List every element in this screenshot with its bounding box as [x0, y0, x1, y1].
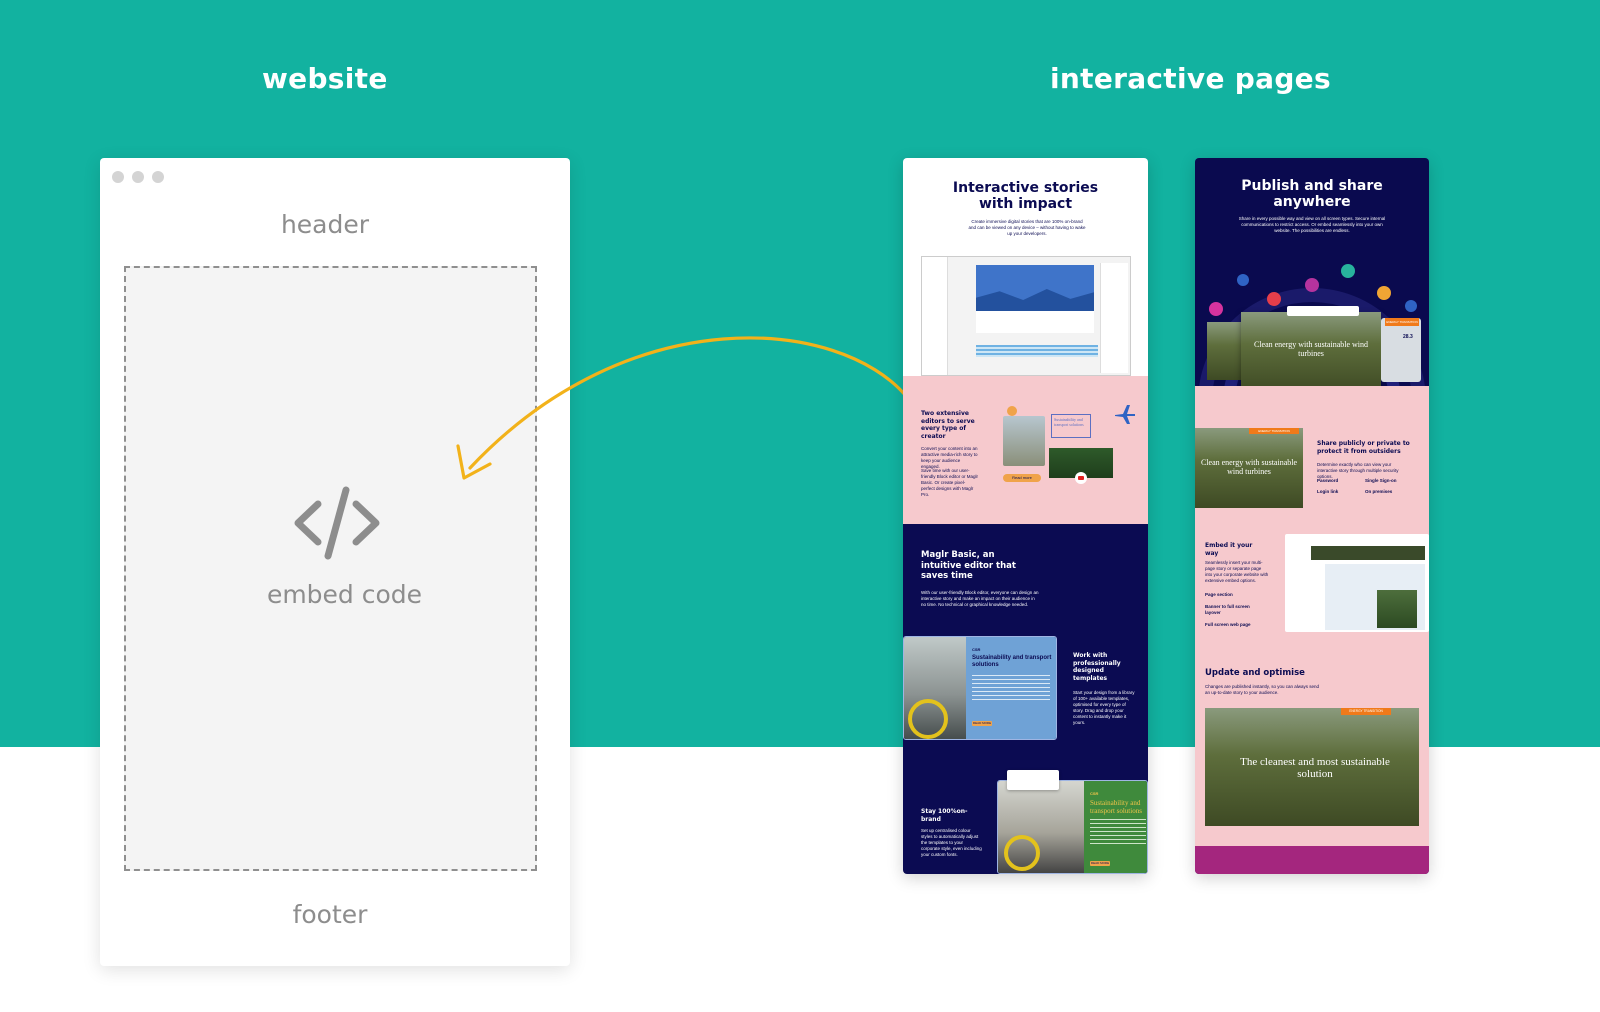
editor-screenshot: [921, 256, 1131, 376]
brand-card: CSR Sustainability and transport solutio…: [997, 780, 1148, 874]
update-title: Update and optimise: [1205, 668, 1305, 678]
share-option: Password: [1317, 478, 1339, 483]
brand-card-title: Sustainability and transport solutions: [1090, 799, 1142, 815]
embed-body: Seamlessly insert your multi-page story …: [1205, 560, 1269, 583]
embed-preview-photo: [1377, 590, 1417, 628]
website-browser-mock: header embed code footer: [100, 158, 570, 966]
editor-sidebar: [922, 257, 948, 375]
page-a-basic-section: Maglr Basic, an intuitive editor that sa…: [903, 524, 1148, 874]
page-a-editors-section: Two extensive editors to serve every typ…: [903, 376, 1148, 524]
page-a-hero-title-line: with impact: [978, 196, 1073, 212]
youtube-icon: [1075, 472, 1087, 484]
update-body: Changes are published instantly, so you …: [1205, 684, 1319, 695]
url-bar: [1287, 306, 1359, 316]
interactive-pages-title: interactive pages: [1050, 62, 1331, 95]
basic-body: With our user-friendly Block editor, eve…: [921, 590, 1039, 607]
avatar: [1007, 406, 1017, 416]
editors-body-2: Save time with our user-friendly Block e…: [921, 468, 979, 497]
embed-code-label: embed code: [266, 580, 423, 609]
brand-title: Stay 100%on-brand: [921, 808, 968, 823]
hero-card-stat: 28.3: [1403, 334, 1413, 340]
share-card-tag: ENERGY TRANSITION: [1249, 428, 1299, 434]
page-a-hero-title-line: Interactive stories: [952, 180, 1099, 196]
template-card-panel: CSR Sustainability and transport solutio…: [966, 637, 1056, 739]
brand-card-text-lines: [1090, 819, 1146, 845]
mail-icon: [1305, 278, 1319, 292]
editor-properties-panel: [1100, 263, 1128, 373]
website-title: website: [262, 62, 388, 95]
template-card-button[interactable]: READ MORE: [972, 721, 992, 726]
airplane-icon: [1115, 405, 1135, 424]
editors-title: Two extensive editors to serve every typ…: [921, 410, 975, 440]
share-option: On premises: [1365, 489, 1393, 494]
window-dot-icon: [132, 171, 144, 183]
page-b-hero-title: Publish and share anywhere: [1195, 178, 1429, 210]
card-label: Sustainability and transport solutions: [1051, 414, 1091, 438]
editors-read-more-button[interactable]: Read more: [1003, 474, 1041, 482]
bike-wheel-icon: [908, 699, 948, 739]
brand-body: Set up centralised colour styles to auto…: [921, 828, 982, 857]
canvas: website interactive pages header embed c…: [0, 0, 1600, 1012]
editors-body-1: Convert your content into an attractive …: [921, 446, 978, 469]
facebook-icon: [1237, 274, 1249, 286]
page-b-hero-title-line: anywhere: [1273, 194, 1351, 210]
embed-option: Full screen web page: [1205, 622, 1251, 627]
hero-card-title: Clean energy with sustainable wind turbi…: [1253, 340, 1369, 358]
templates-title: Work with professionally designed templa…: [1073, 652, 1121, 682]
page-b-footer-bar: [1195, 846, 1429, 874]
brand-card-panel: CSR Sustainability and transport solutio…: [1084, 781, 1147, 873]
window-controls: [112, 171, 164, 183]
page-b-hero-body: Share in every possible way and view on …: [1238, 216, 1386, 233]
curved-arrow-icon: [456, 336, 908, 480]
update-card-tag: ENERGY TRANSITION: [1341, 708, 1391, 715]
basic-title: Maglr Basic, an intuitive editor that sa…: [921, 550, 1016, 581]
template-card-text-lines: [972, 675, 1050, 701]
embed-title: Embed it your way: [1205, 542, 1253, 557]
page-a-hero-body: Create immersive digital stories that ar…: [968, 219, 1086, 236]
style-picker-popup[interactable]: [1007, 770, 1059, 790]
page-a-hero-title: Interactive stories with impact: [903, 180, 1148, 212]
lock-icon: [1377, 286, 1391, 300]
page-b-hero-title-line: Publish and share: [1241, 178, 1383, 194]
phone-preview: ENERGY TRANSITION 28.3: [1381, 318, 1421, 382]
interactive-page-publish: Publish and share anywhere Share in ever…: [1195, 158, 1429, 874]
embed-option: Banner to full screen layover: [1205, 604, 1250, 615]
embed-option: Page section: [1205, 592, 1233, 597]
bike-wheel-icon: [1004, 835, 1040, 871]
windows-icon: [1209, 302, 1223, 316]
template-card-tag: CSR: [972, 647, 981, 652]
cyclist-thumbnail: [1003, 416, 1045, 466]
brand-card-tag: CSR: [1090, 791, 1099, 796]
embed-preview-banner: [1311, 546, 1425, 560]
embed-code-icon: [1341, 264, 1355, 278]
template-card-title: Sustainability and transport solutions: [972, 655, 1052, 668]
share-option: Login link: [1317, 489, 1339, 494]
header-label: header: [280, 210, 370, 239]
update-card-title: The cleanest and most sustainable soluti…: [1240, 756, 1390, 780]
window-dot-icon: [152, 171, 164, 183]
hero-card: Clean energy with sustainable wind turbi…: [1241, 312, 1381, 392]
share-card-title: Clean energy with sustainable wind turbi…: [1200, 458, 1298, 476]
code-icon: [294, 486, 380, 560]
embed-browser-preview: [1285, 534, 1429, 632]
brand-card-button[interactable]: READ MORE: [1090, 861, 1110, 866]
templates-body: Start your design from a library of 100+…: [1073, 690, 1135, 725]
page-b-pink-section: ENERGY TRANSITION Clean energy with sust…: [1195, 386, 1429, 846]
wifi-icon: [1267, 292, 1281, 306]
template-card: CSR Sustainability and transport solutio…: [903, 636, 1057, 740]
share-card: ENERGY TRANSITION Clean energy with sust…: [1195, 428, 1303, 508]
window-dot-icon: [112, 171, 124, 183]
hero-card-tag: ENERGY TRANSITION: [1385, 318, 1419, 326]
twitter-icon: [1405, 300, 1417, 312]
editor-stripes: [976, 345, 1098, 357]
footer-label: footer: [292, 900, 368, 929]
editor-canvas-body: [976, 311, 1094, 333]
share-option: Single Sign-on: [1365, 478, 1397, 483]
interactive-page-stories: Interactive stories with impact Create i…: [903, 158, 1148, 874]
share-title: Share publicly or private to protect it …: [1317, 440, 1410, 455]
update-card: ENERGY TRANSITION The cleanest and most …: [1205, 708, 1419, 826]
